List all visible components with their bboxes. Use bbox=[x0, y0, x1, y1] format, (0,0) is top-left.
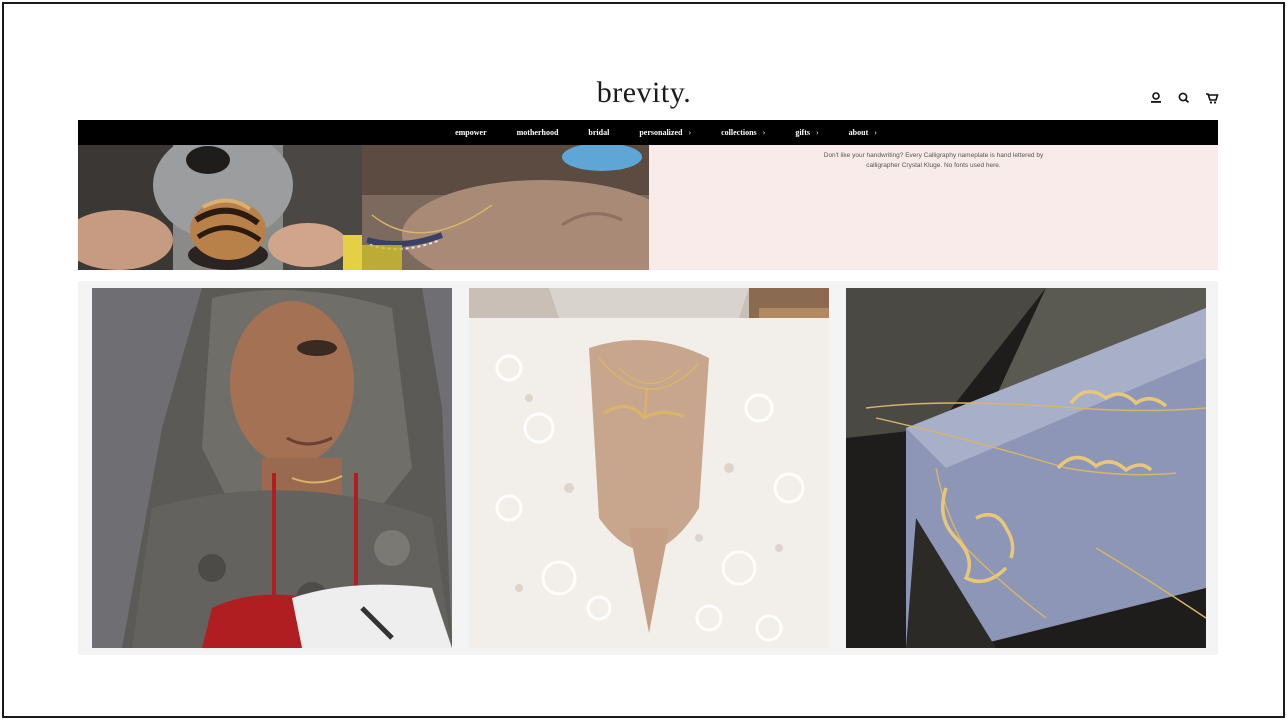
gallery-image-nameplates[interactable] bbox=[846, 288, 1206, 648]
main-nav: empower motherhood bridal personalized › … bbox=[78, 120, 1218, 145]
chevron-right-icon: › bbox=[816, 128, 819, 137]
gallery-image-empower[interactable] bbox=[92, 288, 452, 648]
chevron-right-icon: › bbox=[688, 128, 692, 137]
banner-text-line2: calligrapher Crystal Kluge. No fonts use… bbox=[866, 162, 1001, 169]
nav-item-collections[interactable]: collections › bbox=[721, 128, 765, 137]
banner-text-line1: Don't like your handwriting? Every Calli… bbox=[823, 152, 1044, 159]
account-icon[interactable] bbox=[1148, 90, 1164, 106]
banner-calligraphy-note: Don't like your handwriting? Every Calli… bbox=[649, 145, 1218, 270]
cart-icon[interactable] bbox=[1204, 90, 1220, 106]
header-icons bbox=[1148, 90, 1220, 106]
nav-item-bridal[interactable]: bridal bbox=[588, 128, 609, 137]
site-logo[interactable]: brevity. bbox=[0, 76, 1288, 110]
search-icon[interactable] bbox=[1176, 90, 1192, 106]
nav-item-about[interactable]: about › bbox=[849, 128, 877, 137]
chevron-right-icon: › bbox=[762, 128, 766, 137]
gallery-image-bridal[interactable] bbox=[469, 288, 829, 648]
nav-item-motherhood[interactable]: motherhood bbox=[517, 128, 559, 137]
nav-item-empower[interactable]: empower bbox=[455, 128, 487, 137]
banner-image-dessert[interactable] bbox=[78, 145, 362, 270]
nav-list: empower motherhood bridal personalized › … bbox=[419, 128, 877, 137]
banner-image-necklace[interactable] bbox=[362, 145, 649, 270]
nav-item-personalized[interactable]: personalized › bbox=[639, 128, 691, 137]
chevron-right-icon: › bbox=[874, 128, 877, 137]
product-gallery bbox=[78, 281, 1218, 655]
banner-strip: Don't like your handwriting? Every Calli… bbox=[78, 145, 1218, 270]
nav-item-gifts[interactable]: gifts › bbox=[795, 128, 818, 137]
